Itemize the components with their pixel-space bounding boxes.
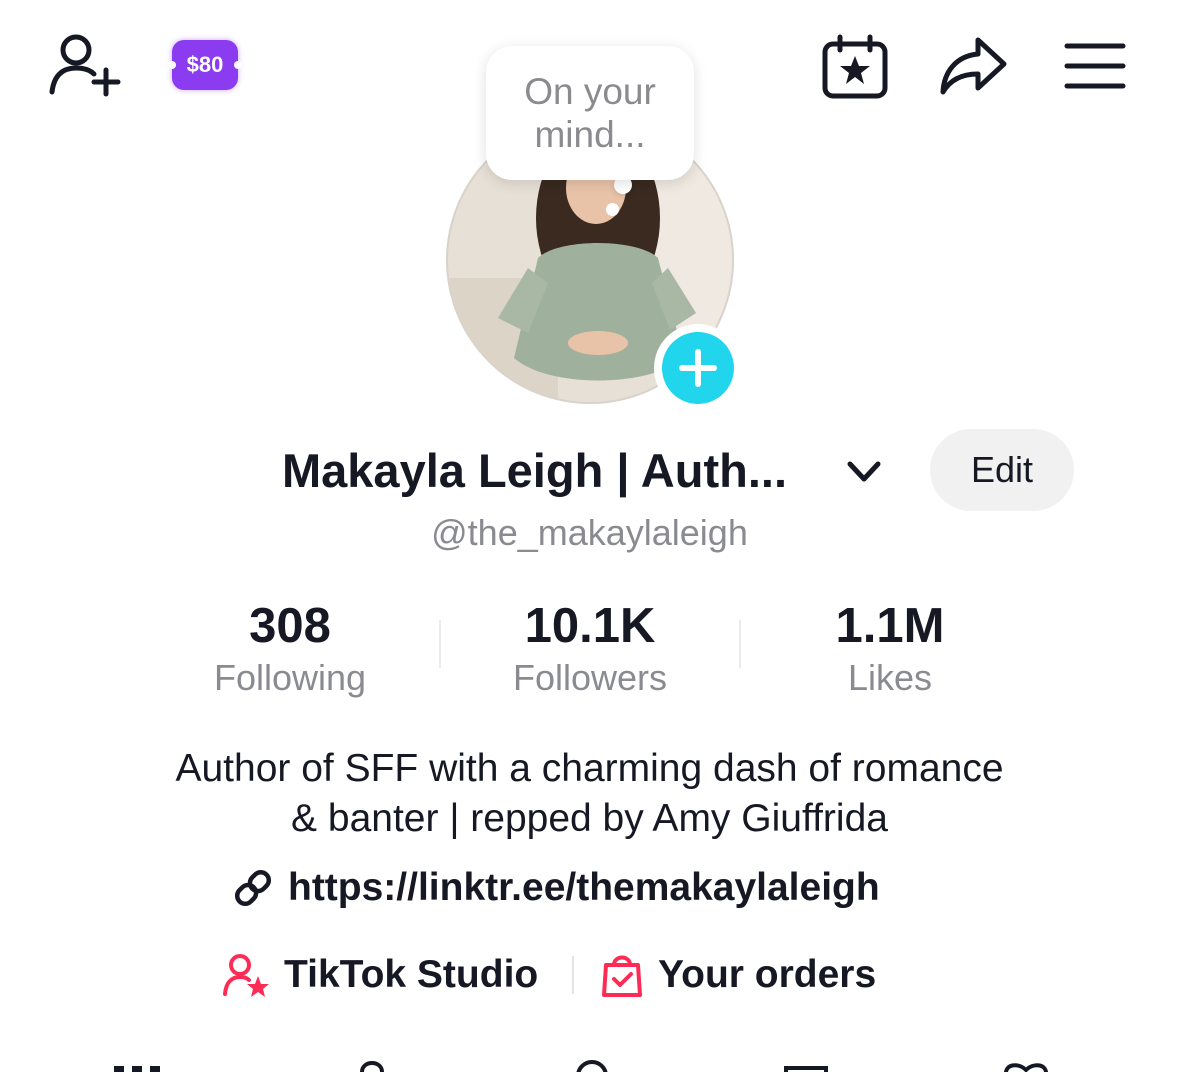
bio-link-text: https://linktr.ee/themakaylaleigh	[288, 866, 880, 909]
share-icon[interactable]	[938, 34, 1010, 100]
tab-saved[interactable]	[782, 1058, 830, 1072]
stat-following[interactable]: 308 Following	[140, 596, 440, 700]
link-icon	[234, 869, 272, 907]
stat-value: 10.1K	[524, 599, 656, 653]
shortcut-divider	[572, 956, 574, 994]
note-bubble[interactable]: On your mind...	[486, 46, 694, 180]
tab-liked[interactable]	[1000, 1058, 1052, 1072]
tab-private[interactable]	[356, 1058, 388, 1072]
note-bubble-text: On your mind...	[524, 71, 656, 155]
shopping-bag-icon	[602, 955, 642, 997]
stat-value: 1.1M	[835, 599, 945, 653]
bio-line: Author of SFF with a charming dash of ro…	[175, 747, 1004, 790]
your-orders-label: Your orders	[658, 953, 877, 996]
tiktok-studio-label: TikTok Studio	[284, 953, 539, 996]
stat-value: 308	[249, 599, 331, 653]
calendar-star-icon[interactable]	[820, 34, 890, 100]
coupon-badge[interactable]: $80	[168, 40, 242, 90]
stat-likes[interactable]: 1.1M Likes	[740, 596, 1040, 700]
stat-label: Likes	[847, 657, 933, 698]
bio-link[interactable]: https://linktr.ee/themakaylaleigh	[232, 862, 880, 914]
add-friend-icon[interactable]	[46, 30, 124, 102]
your-orders-button[interactable]: Your orders	[600, 946, 876, 1004]
bio-line: & banter | repped by Amy Giuffrida	[291, 797, 888, 840]
plus-icon	[662, 332, 734, 404]
coupon-label: $80	[186, 52, 224, 77]
tiktok-studio-button[interactable]: TikTok Studio	[222, 946, 538, 1004]
stat-label: Followers	[512, 657, 668, 698]
stat-followers[interactable]: 10.1K Followers	[440, 596, 740, 700]
edit-profile-button[interactable]: Edit	[930, 429, 1074, 511]
chevron-down-icon[interactable]	[844, 452, 884, 492]
bubble-tail-dot	[606, 203, 619, 216]
profile-name[interactable]: Makayla Leigh | Auth...	[282, 440, 787, 500]
tab-reposts[interactable]	[574, 1058, 610, 1072]
stat-label: Following	[213, 657, 367, 698]
tab-videos[interactable]	[112, 1058, 172, 1072]
username-handle: @the_makaylaleigh	[431, 512, 748, 553]
menu-icon[interactable]	[1064, 42, 1126, 92]
studio-icon	[223, 954, 269, 997]
bio: Author of SFF with a charming dash of ro…	[0, 744, 1179, 844]
add-story-button[interactable]	[654, 324, 742, 412]
